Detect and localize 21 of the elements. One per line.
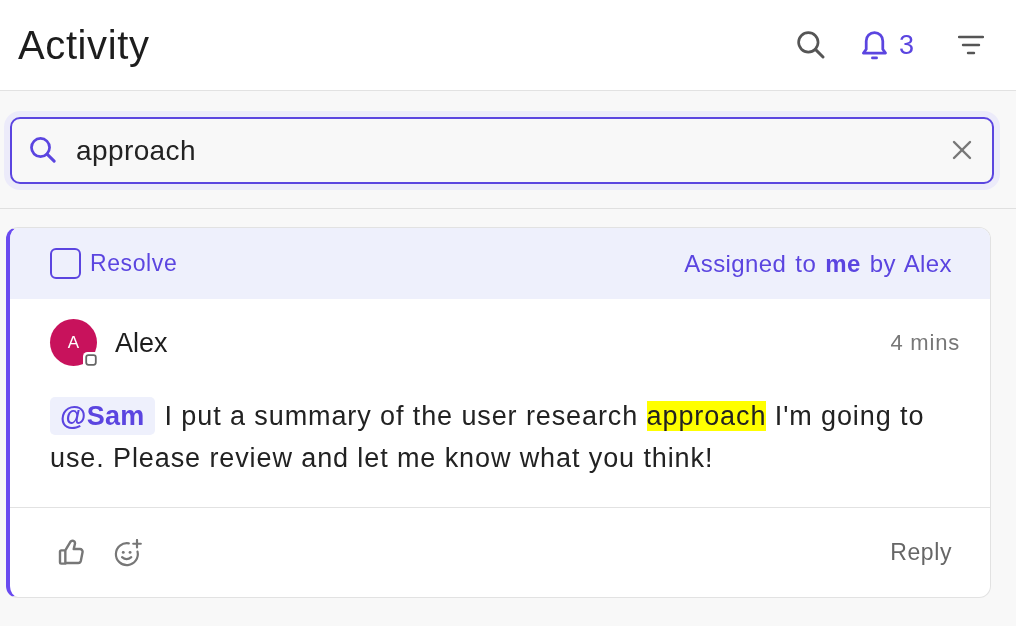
filter-icon[interactable] (958, 35, 984, 55)
close-icon[interactable] (952, 140, 972, 160)
search-highlight: approach (646, 401, 767, 431)
thumbs-up-icon[interactable] (58, 538, 86, 567)
reply-button[interactable]: Reply (890, 539, 952, 566)
status-icon (83, 352, 99, 368)
bell-icon (861, 30, 887, 60)
author-name: Alex (115, 327, 168, 359)
timestamp: 4 mins (890, 330, 960, 356)
avatar: A (50, 319, 97, 366)
notifications-button[interactable]: 3 (861, 29, 914, 61)
search-field[interactable]: approach (10, 117, 994, 184)
resolve-label[interactable]: Resolve (90, 250, 178, 277)
search-icon[interactable] (796, 31, 825, 59)
add-reaction-icon[interactable] (114, 538, 142, 567)
resolve-checkbox[interactable] (50, 248, 81, 279)
assignment-text: Assigned to me by Alex (684, 249, 952, 278)
comment-text: @Sam I put a summary of the user research approach I'm going to use. Please review and let me know what you think! (50, 395, 960, 479)
mention-link[interactable]: @Sam (50, 397, 155, 435)
page-title: Activity (18, 22, 150, 68)
search-icon (30, 137, 56, 163)
